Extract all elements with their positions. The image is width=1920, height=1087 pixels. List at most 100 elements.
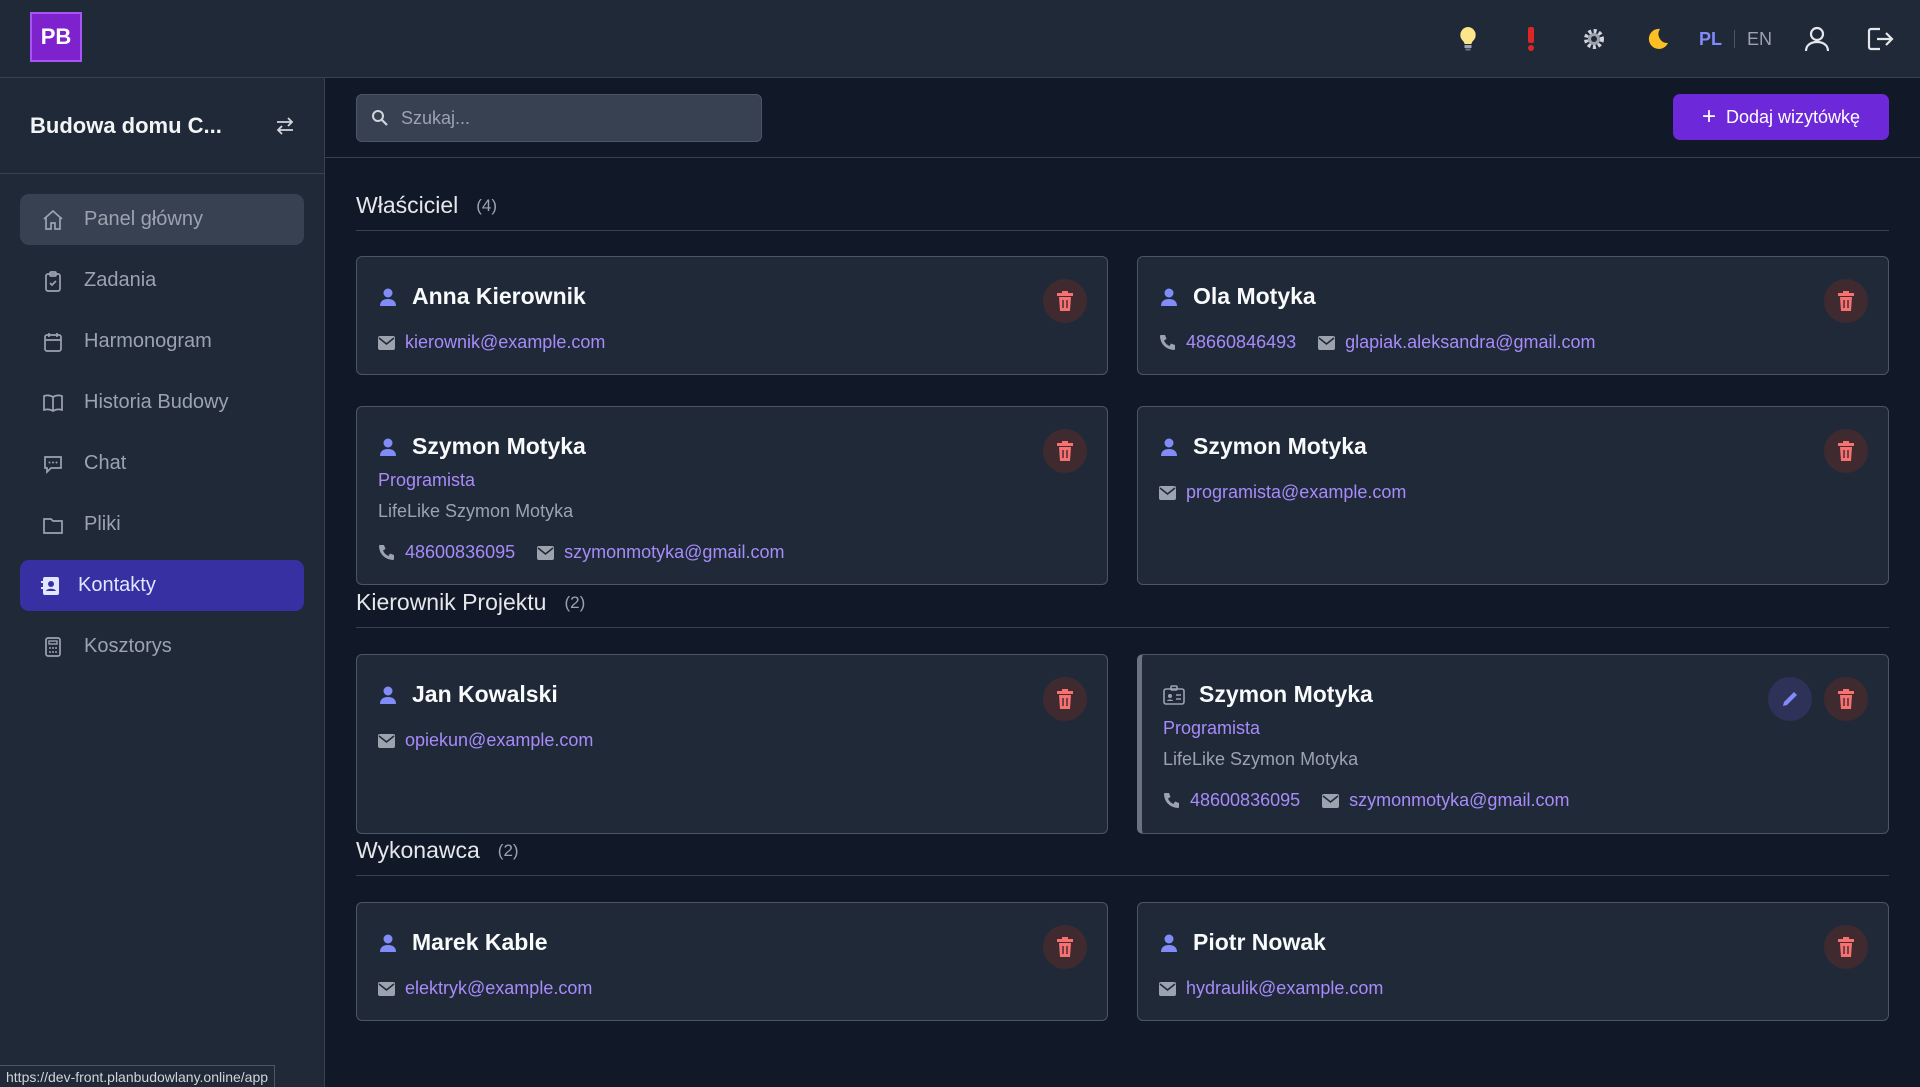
trash-icon xyxy=(1838,937,1854,957)
person-icon xyxy=(380,288,396,306)
toolbar: + Dodaj wizytówkę xyxy=(325,78,1920,158)
sidebar-item-contacts[interactable]: Kontakty xyxy=(20,560,304,611)
contact-name: Szymon Motyka xyxy=(1199,681,1373,707)
section-header-contractor: Wykonawca (2) xyxy=(356,826,1889,876)
section-header-project-manager: Kierownik Projektu (2) xyxy=(356,578,1889,628)
contact-role: Programista xyxy=(378,470,476,490)
card-header: Anna Kierownik xyxy=(378,283,586,310)
email-link[interactable]: elektryk@example.com xyxy=(405,978,592,999)
sidebar-item-label: Historia Budowy xyxy=(84,391,229,413)
id-card-icon xyxy=(1163,684,1185,705)
gear-icon[interactable] xyxy=(1576,21,1612,57)
delete-button[interactable] xyxy=(1043,677,1087,721)
contact-card: Piotr Nowak hydraulik@example.com xyxy=(1137,902,1889,1021)
delete-button[interactable] xyxy=(1824,279,1868,323)
contact-name: Anna Kierownik xyxy=(412,283,586,309)
person-icon xyxy=(1161,438,1177,456)
folder-icon xyxy=(43,517,63,534)
mail-icon xyxy=(1322,793,1340,808)
search-box[interactable] xyxy=(356,94,762,142)
sidebar-item-schedule[interactable]: Harmonogram xyxy=(20,316,304,367)
email-link[interactable]: hydraulik@example.com xyxy=(1186,978,1383,999)
status-url: https://dev-front.planbudowlany.online/a… xyxy=(0,1065,276,1087)
sidebar-item-files[interactable]: Pliki xyxy=(20,499,304,550)
delete-button[interactable] xyxy=(1824,677,1868,721)
lang-divider xyxy=(1733,30,1735,48)
email-link[interactable]: szymonmotyka@gmail.com xyxy=(1349,790,1569,811)
sidebar-item-tasks[interactable]: Zadania xyxy=(20,255,304,306)
mail-icon xyxy=(1159,981,1176,996)
phone-link[interactable]: 48600836095 xyxy=(405,542,515,563)
moon-icon[interactable] xyxy=(1639,21,1675,57)
contact-email[interactable]: programista@example.com xyxy=(1159,482,1406,503)
contact-name: Marek Kable xyxy=(412,929,548,955)
contact-email[interactable]: hydraulik@example.com xyxy=(1159,978,1383,999)
lightbulb-icon[interactable] xyxy=(1450,21,1486,57)
delete-button[interactable] xyxy=(1824,925,1868,969)
delete-button[interactable] xyxy=(1043,279,1087,323)
mail-icon xyxy=(1318,335,1336,350)
contact-email[interactable]: elektryk@example.com xyxy=(378,978,592,999)
person-icon xyxy=(1161,934,1177,952)
lang-pl[interactable]: PL xyxy=(1699,29,1722,50)
top-actions: PL EN xyxy=(1423,0,1898,78)
sidebar-item-label: Harmonogram xyxy=(84,330,212,352)
section-count: (4) xyxy=(476,195,498,215)
add-card-button[interactable]: + Dodaj wizytówkę xyxy=(1673,94,1889,140)
delete-button[interactable] xyxy=(1043,925,1087,969)
contact-details: opiekun@example.com xyxy=(378,730,615,751)
add-card-label: Dodaj wizytówkę xyxy=(1725,106,1861,127)
sidebar-item-chat[interactable]: Chat xyxy=(20,438,304,489)
alert-icon[interactable] xyxy=(1513,21,1549,57)
search-input[interactable] xyxy=(401,107,741,129)
contact-name: Szymon Motyka xyxy=(1193,433,1367,459)
lang-en[interactable]: EN xyxy=(1747,29,1772,50)
contact-email[interactable]: glapiak.aleksandra@gmail.com xyxy=(1318,332,1596,353)
contact-email[interactable]: szymonmotyka@gmail.com xyxy=(1322,790,1569,811)
phone-link[interactable]: 48660846493 xyxy=(1186,332,1296,353)
contact-phone[interactable]: 48600836095 xyxy=(378,542,515,563)
contact-phone[interactable]: 48600836095 xyxy=(1163,790,1300,811)
email-link[interactable]: programista@example.com xyxy=(1186,482,1406,503)
user-icon[interactable] xyxy=(1799,21,1835,57)
contact-phone[interactable]: 48660846493 xyxy=(1159,332,1296,353)
calculator-icon xyxy=(45,636,61,657)
contact-email[interactable]: kierownik@example.com xyxy=(378,332,605,353)
contact-email[interactable]: szymonmotyka@gmail.com xyxy=(537,542,784,563)
contact-name: Szymon Motyka xyxy=(412,433,586,459)
card-header: Marek Kable xyxy=(378,929,548,956)
contact-email[interactable]: opiekun@example.com xyxy=(378,730,593,751)
project-name[interactable]: Budowa domu C... xyxy=(30,113,250,139)
sidebar-item-history[interactable]: Historia Budowy xyxy=(20,377,304,428)
section-title: Wykonawca xyxy=(356,837,480,863)
chat-icon xyxy=(44,455,62,474)
email-link[interactable]: szymonmotyka@gmail.com xyxy=(564,542,784,563)
project-selector: Budowa domu C... xyxy=(0,78,324,174)
section-header-owner: Właściciel (4) xyxy=(356,181,1889,231)
contact-role: Programista xyxy=(1163,718,1261,738)
sidebar-nav: Panel główny Zadania Harmonogram Histori… xyxy=(0,174,324,702)
trash-icon xyxy=(1057,689,1073,709)
delete-button[interactable] xyxy=(1043,429,1087,473)
contact-details: 48660846493 glapiak.aleksandra@gmail.com xyxy=(1159,332,1618,353)
phone-icon xyxy=(1164,793,1179,808)
language-switch: PL EN xyxy=(1699,29,1772,50)
app-logo[interactable]: PB xyxy=(30,12,82,62)
contact-name: Ola Motyka xyxy=(1193,283,1316,309)
person-icon xyxy=(1161,288,1177,306)
switch-project-icon[interactable] xyxy=(274,115,296,137)
logout-icon[interactable] xyxy=(1862,21,1898,57)
card-header: Szymon Motyka xyxy=(1159,433,1367,460)
section-title: Właściciel xyxy=(356,192,459,218)
sidebar-item-estimate[interactable]: Kosztorys xyxy=(20,621,304,672)
phone-link[interactable]: 48600836095 xyxy=(1190,790,1300,811)
mail-icon xyxy=(537,545,555,560)
contact-card: Szymon Motyka Programista LifeLike Szymo… xyxy=(356,406,1108,585)
email-link[interactable]: opiekun@example.com xyxy=(405,730,593,751)
sidebar-item-panel[interactable]: Panel główny xyxy=(20,194,304,245)
business-card: Szymon Motyka Programista LifeLike Szymo… xyxy=(1137,654,1889,834)
edit-button[interactable] xyxy=(1768,677,1812,721)
email-link[interactable]: glapiak.aleksandra@gmail.com xyxy=(1345,332,1595,353)
email-link[interactable]: kierownik@example.com xyxy=(405,332,605,353)
delete-button[interactable] xyxy=(1824,429,1868,473)
